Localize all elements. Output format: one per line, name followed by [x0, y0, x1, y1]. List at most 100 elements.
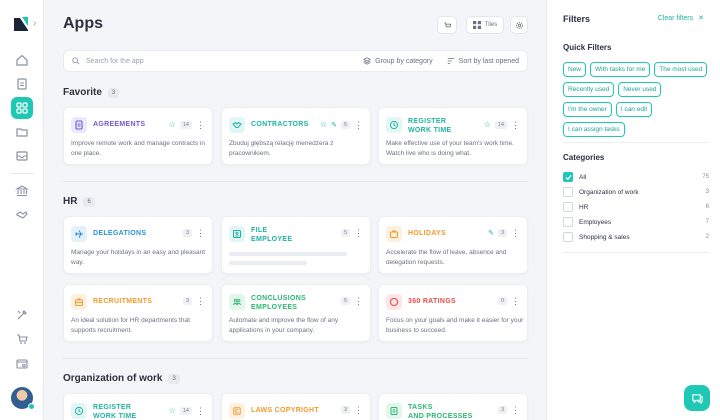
apps-grid-icon[interactable]	[11, 97, 33, 119]
quick-filter-chip[interactable]: I can edit	[615, 102, 653, 117]
app-badge: 14	[494, 120, 507, 129]
more-menu-icon[interactable]: ⋮	[196, 120, 205, 129]
quick-filter-chip[interactable]: Recently used	[563, 82, 615, 97]
checkbox[interactable]	[563, 217, 573, 227]
app-card-laws-copyright[interactable]: LAWS COPYRIGHT 3 ⋮	[221, 393, 371, 420]
cart-button[interactable]	[437, 16, 457, 34]
star-icon[interactable]: ☆	[169, 120, 176, 129]
categories-title: Categories	[563, 153, 605, 162]
group-by-button[interactable]: Group by category	[363, 57, 433, 65]
app-name: LAWS COPYRIGHT	[251, 407, 319, 414]
category-employees[interactable]: Employees 7	[563, 216, 709, 228]
app-card-tasks-and-processes[interactable]: TASKS AND PROCESSES 3 ⋮	[378, 393, 528, 420]
app-card-360-ratings[interactable]: 360 RATINGS 0 ⋮ Focus on your goals and …	[378, 284, 528, 342]
app-name: CONTRACTORS	[251, 121, 309, 128]
checkbox-checked[interactable]	[563, 172, 573, 182]
app-description: An ideal solution for HR departments tha…	[71, 317, 190, 334]
home-icon[interactable]	[11, 49, 33, 71]
more-menu-icon[interactable]: ⋮	[196, 406, 205, 415]
app-card-register-work-time[interactable]: REGISTER WORK TIME ☆ 14 ⋮ Make effective …	[378, 107, 528, 165]
app-card-recruitments[interactable]: RECRUITMENTS 3 ⋮ An ideal solution for H…	[63, 284, 213, 342]
checkbox[interactable]	[563, 202, 573, 212]
search-input[interactable]: Search for the app	[86, 58, 349, 65]
app-card-register-work-time[interactable]: REGISTER WORK TIME ☆ 14 ⋮	[63, 393, 213, 420]
more-menu-icon[interactable]: ⋮	[511, 120, 520, 129]
more-menu-icon[interactable]: ⋮	[196, 297, 205, 306]
category-count: 75	[702, 174, 709, 180]
sort-button[interactable]: Sort by last opened	[447, 57, 519, 65]
app-badge: 5	[340, 229, 350, 237]
app-card-contractors[interactable]: CONTRACTORS ☆ ✎ 5 ⋮ Zbuduj głębszą relac…	[221, 107, 371, 165]
app-card-file-employee[interactable]: FILE EMPLOYEE 5 ⋮	[221, 216, 371, 274]
checkbox[interactable]	[563, 187, 573, 197]
pin-icon[interactable]: ✎	[488, 229, 494, 237]
sort-icon	[447, 58, 454, 64]
category-hr[interactable]: HR 6	[563, 201, 709, 213]
handshake-icon	[229, 117, 245, 133]
store-settings-icon[interactable]	[11, 352, 33, 374]
bank-icon[interactable]	[11, 180, 33, 202]
folder-icon[interactable]	[11, 121, 33, 143]
id-card-icon	[229, 226, 245, 242]
app-card-delegations[interactable]: DELEGATIONS 3 ⋮ Manage your holidays in …	[63, 216, 213, 274]
category-all[interactable]: All 75	[563, 171, 709, 183]
app-name: CONCLUSIONS EMPLOYEES	[251, 295, 307, 311]
app-card-conclusions-employees[interactable]: CONCLUSIONS EMPLOYEES 5 ⋮ Automate and im…	[221, 284, 371, 342]
category-count: 7	[705, 219, 709, 225]
documents-icon[interactable]	[11, 73, 33, 95]
app-badge: 14	[179, 120, 192, 129]
document-icon	[71, 117, 87, 133]
clear-filters-label: Clear filters	[657, 14, 694, 22]
inbox-icon[interactable]	[11, 145, 33, 167]
view-tiles-button[interactable]: Tiles	[466, 16, 504, 34]
cart-icon[interactable]	[11, 328, 33, 350]
app-card-agreements[interactable]: AGREEMENTS ☆ 14 ⋮ Improve remote work an…	[63, 107, 213, 165]
more-menu-icon[interactable]: ⋮	[511, 297, 520, 306]
handshake-icon[interactable]	[11, 204, 33, 226]
app-name: REGISTER WORK TIME	[408, 118, 452, 134]
section-favorite: Favorite 3	[63, 87, 120, 98]
collapse-sidebar-icon[interactable]: ›	[33, 18, 36, 29]
sort-label: Sort by last opened	[458, 57, 519, 65]
app-logo[interactable]	[11, 14, 31, 34]
more-menu-icon[interactable]: ⋮	[354, 229, 363, 238]
tiles-label: Tiles	[484, 22, 498, 28]
category-shopping-sales[interactable]: Shopping & sales 2	[563, 231, 709, 243]
chat-button[interactable]	[684, 385, 710, 411]
quick-filter-chip[interactable]: With tasks for me	[590, 62, 651, 77]
suitcase-icon	[386, 226, 402, 242]
more-menu-icon[interactable]: ⋮	[196, 229, 205, 238]
tools-icon[interactable]	[11, 304, 33, 326]
more-menu-icon[interactable]: ⋮	[511, 229, 520, 238]
app-description: Manage your holidays in an easy and plea…	[71, 249, 206, 266]
quick-filter-chip[interactable]: New	[563, 62, 587, 77]
app-name: FILE EMPLOYEE	[251, 227, 293, 243]
star-icon[interactable]: ☆	[484, 120, 491, 129]
quick-filter-chip[interactable]: The most used	[654, 62, 708, 77]
search-bar[interactable]: Search for the app Group by category Sor…	[63, 50, 528, 72]
settings-button[interactable]	[510, 16, 528, 34]
filters-title: Filters	[563, 14, 591, 24]
star-icon[interactable]: ☆	[169, 406, 176, 415]
more-menu-icon[interactable]: ⋮	[354, 406, 363, 415]
more-menu-icon[interactable]: ⋮	[354, 297, 363, 306]
more-menu-icon[interactable]: ⋮	[354, 120, 363, 129]
pin-icon[interactable]: ✎	[331, 121, 337, 129]
checkbox[interactable]	[563, 232, 573, 242]
quick-filter-chip[interactable]: I'm the owner	[563, 102, 612, 117]
quick-filter-chip[interactable]: I can assign tasks	[563, 122, 625, 137]
filters-panel: Filters Clear filters ✕ Quick Filters Ne…	[546, 0, 720, 420]
section-title: HR	[63, 196, 78, 207]
app-badge: 0	[497, 297, 507, 305]
quick-filter-chip[interactable]: Never used	[618, 82, 662, 97]
star-icon[interactable]: ☆	[320, 120, 327, 129]
section-count: 6	[83, 196, 95, 207]
category-organization-of-work[interactable]: Organization of work 3	[563, 186, 709, 198]
clock-icon	[386, 117, 402, 133]
sidebar: ›	[0, 0, 44, 420]
app-card-holidays[interactable]: HOLIDAYS ✎ 3 ⋮ Accelerate the flow of le…	[378, 216, 528, 274]
more-menu-icon[interactable]: ⋮	[511, 406, 520, 415]
clear-filters-button[interactable]: Clear filters ✕	[657, 14, 704, 23]
quick-filters-title: Quick Filters	[563, 43, 612, 52]
app-name: DELEGATIONS	[93, 230, 147, 237]
